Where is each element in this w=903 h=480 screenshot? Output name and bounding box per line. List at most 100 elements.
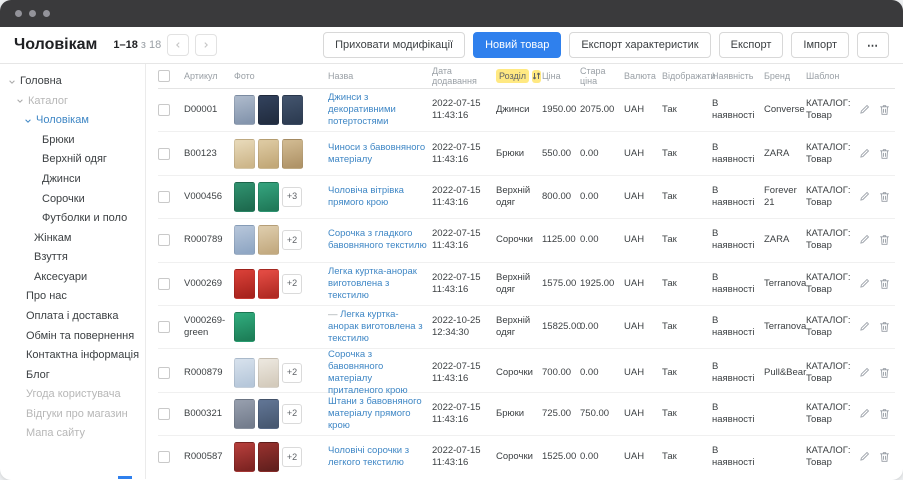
sidebar-item[interactable]: Мапа сайту bbox=[0, 424, 145, 444]
sidebar-item[interactable]: Відгуки про магазин bbox=[0, 405, 145, 425]
sidebar-item[interactable]: Сорочки bbox=[0, 189, 145, 209]
row-checkbox[interactable] bbox=[158, 278, 170, 290]
edit-icon[interactable] bbox=[859, 191, 870, 203]
edit-icon[interactable] bbox=[859, 278, 870, 290]
row-checkbox[interactable] bbox=[158, 451, 170, 463]
next-page-button[interactable] bbox=[195, 34, 217, 56]
brand-cell: Pull&Bear bbox=[764, 367, 806, 379]
column-header-photo[interactable]: Фото bbox=[234, 71, 328, 81]
edit-icon[interactable] bbox=[859, 451, 870, 463]
sidebar-item[interactable]: Каталог bbox=[0, 92, 145, 112]
sidebar-item[interactable]: Футболки и поло bbox=[0, 209, 145, 229]
sidebar-item[interactable]: Обмін та повернення bbox=[0, 326, 145, 346]
column-header-name[interactable]: Назва bbox=[328, 71, 432, 81]
delete-icon[interactable] bbox=[879, 104, 890, 116]
delete-icon[interactable] bbox=[879, 451, 890, 463]
hide-modifications-button[interactable]: Приховати модифікації bbox=[323, 32, 465, 58]
delete-icon[interactable] bbox=[879, 234, 890, 246]
chevron-down-icon[interactable] bbox=[8, 78, 16, 86]
sort-icon[interactable] bbox=[532, 70, 541, 83]
delete-icon[interactable] bbox=[879, 191, 890, 203]
chevron-down-icon[interactable] bbox=[24, 117, 32, 125]
sidebar-item-label: Каталог bbox=[28, 95, 68, 108]
row-checkbox[interactable] bbox=[158, 104, 170, 116]
column-header-price[interactable]: Ціна bbox=[542, 71, 580, 81]
new-product-button[interactable]: Новий товар bbox=[473, 32, 561, 58]
product-name-link[interactable]: Легка куртка-анорак виготовлена з тексти… bbox=[328, 309, 423, 344]
row-checkbox-cell bbox=[158, 104, 184, 116]
sidebar-item[interactable]: Жінкам bbox=[0, 229, 145, 249]
column-header-display[interactable]: Відображати bbox=[662, 71, 712, 81]
window-control-dot[interactable] bbox=[15, 10, 22, 17]
product-name-link[interactable]: Штани з бавовняного матеріалу прямого кр… bbox=[328, 396, 422, 431]
column-header-template[interactable]: Шаблон bbox=[806, 71, 858, 81]
edit-icon[interactable] bbox=[859, 321, 870, 333]
sidebar-item[interactable]: Оплата і доставка bbox=[0, 307, 145, 327]
column-header-section[interactable]: Розділ bbox=[496, 69, 542, 83]
column-header-article[interactable]: Артикул bbox=[184, 71, 234, 81]
row-checkbox[interactable] bbox=[158, 234, 170, 246]
import-button[interactable]: Імпорт bbox=[791, 32, 849, 58]
product-name-link[interactable]: Чоловіча вітрівка прямого крою bbox=[328, 185, 404, 208]
delete-icon[interactable] bbox=[879, 367, 890, 379]
export-button[interactable]: Експорт bbox=[719, 32, 784, 58]
edit-icon[interactable] bbox=[859, 148, 870, 160]
edit-icon[interactable] bbox=[859, 408, 870, 420]
more-photos-badge[interactable]: +3 bbox=[282, 187, 302, 207]
product-name-link[interactable]: Чоловічі сорочки з легкого текстилю bbox=[328, 445, 409, 468]
more-options-button[interactable]: ⋯ bbox=[857, 32, 889, 58]
sidebar-item[interactable]: Аксесуари bbox=[0, 268, 145, 288]
edit-icon[interactable] bbox=[859, 104, 870, 116]
select-all-checkbox[interactable] bbox=[158, 70, 170, 82]
row-checkbox[interactable] bbox=[158, 191, 170, 203]
more-photos-badge[interactable]: +2 bbox=[282, 230, 302, 250]
chevron-down-icon[interactable] bbox=[16, 97, 24, 105]
product-photo bbox=[258, 225, 279, 255]
delete-icon[interactable] bbox=[879, 278, 890, 290]
column-header-old-price[interactable]: Стара ціна bbox=[580, 66, 624, 86]
row-checkbox[interactable] bbox=[158, 321, 170, 333]
column-header-currency[interactable]: Валюта bbox=[624, 71, 662, 81]
more-photos-badge[interactable]: +2 bbox=[282, 363, 302, 383]
sidebar-item-label: Блог bbox=[26, 369, 50, 382]
export-characteristics-button[interactable]: Експорт характеристик bbox=[569, 32, 710, 58]
sidebar-item[interactable]: Блог bbox=[0, 365, 145, 385]
column-header-section-label[interactable]: Розділ bbox=[496, 69, 529, 83]
delete-icon[interactable] bbox=[879, 148, 890, 160]
section-cell: Сорочки bbox=[496, 451, 542, 463]
more-photos-badge[interactable]: +2 bbox=[282, 404, 302, 424]
sidebar-item[interactable]: Угода користувача bbox=[0, 385, 145, 405]
product-name-link[interactable]: Легка куртка-анорак виготовлена з тексти… bbox=[328, 266, 417, 301]
window-control-dot[interactable] bbox=[43, 10, 50, 17]
prev-page-button[interactable] bbox=[167, 34, 189, 56]
sidebar-item[interactable]: Про нас bbox=[0, 287, 145, 307]
delete-icon[interactable] bbox=[879, 408, 890, 420]
row-checkbox[interactable] bbox=[158, 367, 170, 379]
row-checkbox[interactable] bbox=[158, 408, 170, 420]
product-name-link[interactable]: Сорочка з бавовняного матеріалу притален… bbox=[328, 349, 408, 396]
sidebar-item-label: Верхній одяг bbox=[42, 153, 107, 166]
product-name-link[interactable]: Сорочка з гладкого бавовняного текстилю bbox=[328, 228, 427, 251]
row-checkbox-cell bbox=[158, 278, 184, 290]
column-header-date-added[interactable]: Дата додавання bbox=[432, 66, 496, 86]
sidebar-item[interactable]: Взуття bbox=[0, 248, 145, 268]
sidebar-item[interactable]: Контактна інформація bbox=[0, 346, 145, 366]
actions-cell bbox=[858, 408, 898, 420]
more-photos-badge[interactable]: +2 bbox=[282, 447, 302, 467]
edit-icon[interactable] bbox=[859, 234, 870, 246]
sidebar-item[interactable]: Верхній одяг bbox=[0, 150, 145, 170]
column-header-brand[interactable]: Бренд bbox=[764, 71, 806, 81]
window-control-dot[interactable] bbox=[29, 10, 36, 17]
sidebar-item[interactable]: Брюки bbox=[0, 131, 145, 151]
more-photos-badge[interactable]: +2 bbox=[282, 274, 302, 294]
sidebar-item[interactable]: Чоловікам bbox=[0, 111, 145, 131]
sidebar-item[interactable]: Джинси bbox=[0, 170, 145, 190]
row-checkbox[interactable] bbox=[158, 148, 170, 160]
delete-icon[interactable] bbox=[879, 321, 890, 333]
sidebar-item[interactable]: Головна bbox=[0, 72, 145, 92]
product-name-link[interactable]: Джинси з декоративними потертостями bbox=[328, 92, 396, 127]
currency-cell: UAH bbox=[624, 321, 662, 333]
column-header-availability[interactable]: Наявність bbox=[712, 71, 764, 81]
product-name-link[interactable]: Чиноси з бавовняного матеріалу bbox=[328, 142, 425, 165]
edit-icon[interactable] bbox=[859, 367, 870, 379]
